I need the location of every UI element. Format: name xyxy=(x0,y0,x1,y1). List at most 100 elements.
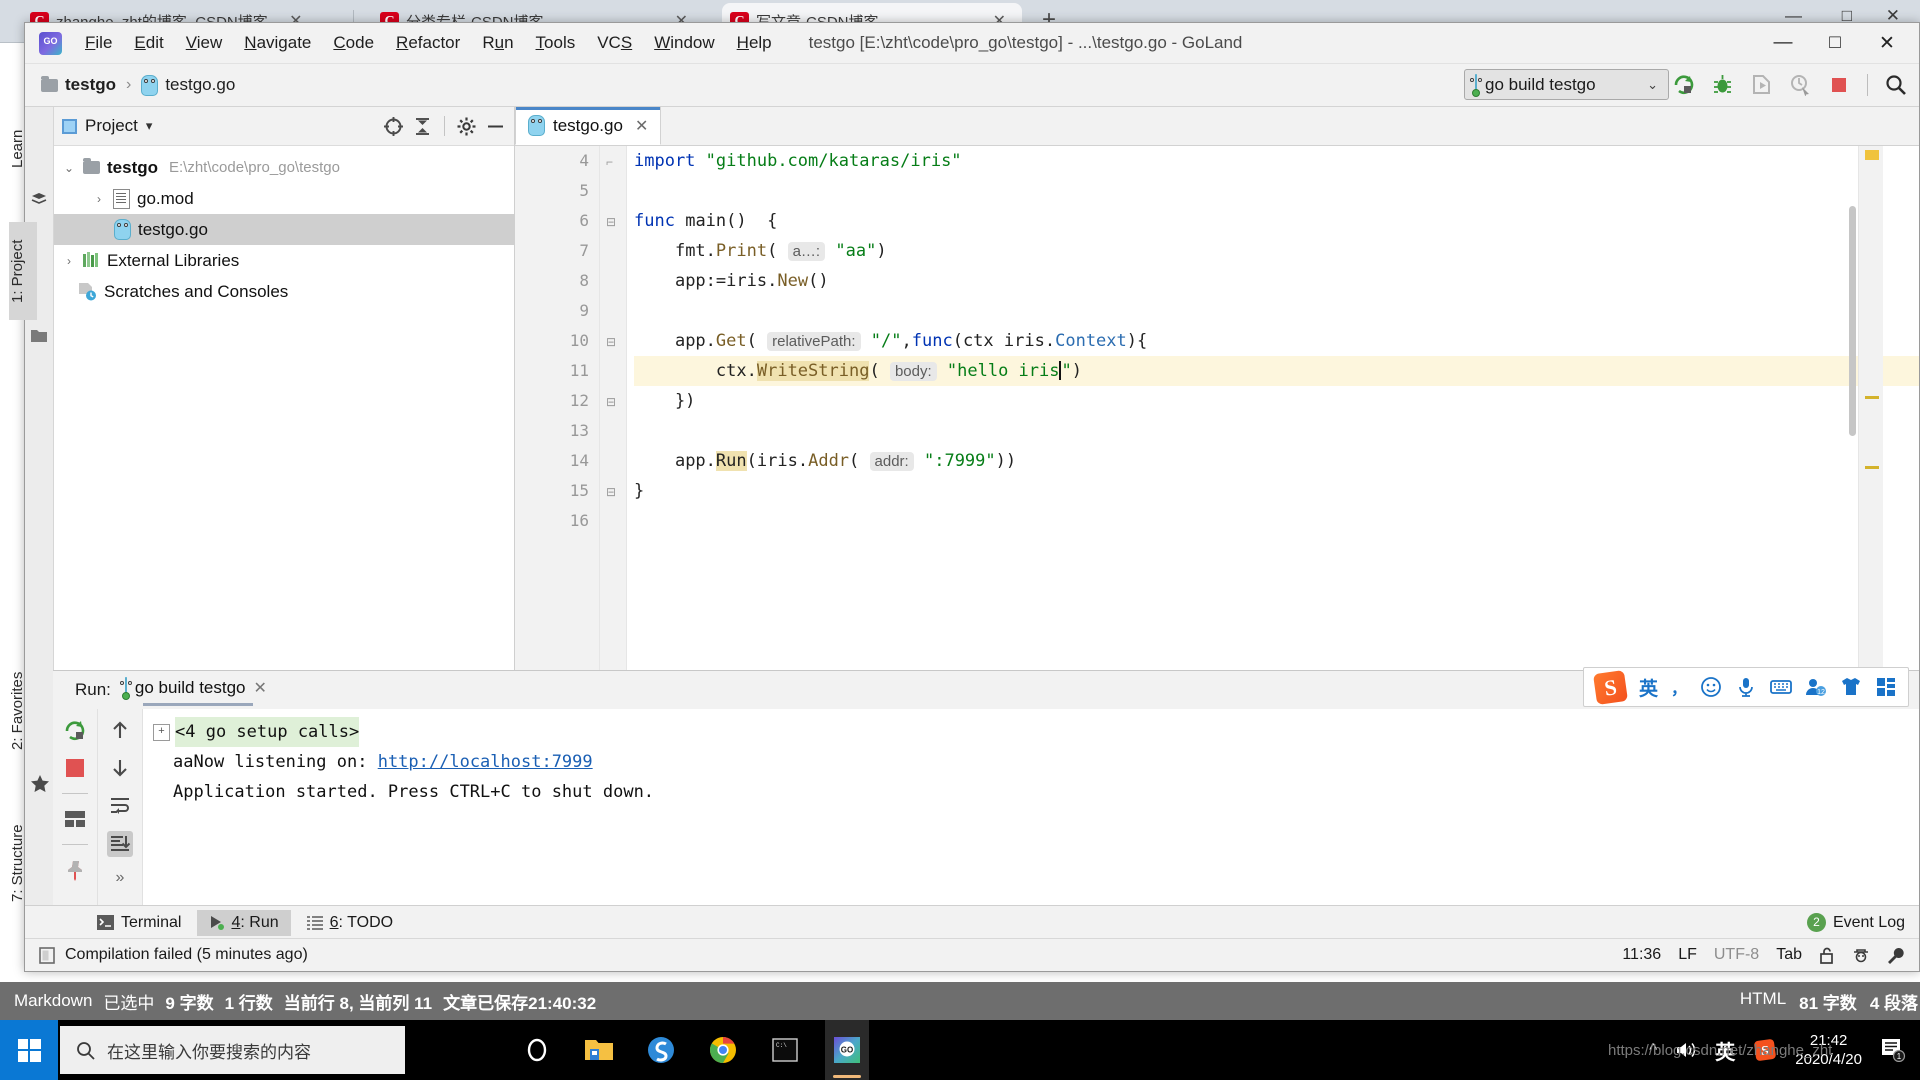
editor-tab-testgo-go[interactable]: testgo.go ✕ xyxy=(515,106,662,145)
usage-marker[interactable] xyxy=(1865,396,1879,399)
tree-item-scratches[interactable]: Scratches and Consoles xyxy=(54,276,514,307)
unlock-icon[interactable] xyxy=(1819,947,1835,964)
fold-icon[interactable]: ⊟ xyxy=(606,215,619,229)
arrow-up-icon[interactable] xyxy=(107,717,133,743)
fold-icon[interactable]: ⌐ xyxy=(606,155,619,169)
pin-icon[interactable] xyxy=(62,857,88,883)
ide-maximize-button[interactable]: □ xyxy=(1809,24,1861,62)
window-title: testgo [E:\zht\code\pro_go\testgo] - ...… xyxy=(808,33,1243,52)
run-tab-close[interactable]: ✕ xyxy=(254,678,267,698)
sogou-ime-toolbar[interactable]: S 英 ， 12 xyxy=(1582,667,1909,707)
breadcrumb-file[interactable]: testgo.go xyxy=(165,75,235,95)
ide-close-button[interactable]: ✕ xyxy=(1861,24,1913,62)
menu-navigate[interactable]: Navigate xyxy=(233,31,322,55)
chevron-right-icon[interactable]: › xyxy=(92,192,106,206)
search-everywhere-icon[interactable] xyxy=(1884,73,1907,96)
emoji-icon[interactable] xyxy=(1700,676,1722,698)
chevron-down-icon[interactable]: ⌄ xyxy=(1647,77,1658,93)
learn-icon xyxy=(31,191,47,207)
menu-edit[interactable]: Edit xyxy=(123,31,174,55)
tab-run[interactable]: 4: Run xyxy=(197,909,291,936)
chrome-icon[interactable] xyxy=(701,1020,745,1080)
menu-code[interactable]: Code xyxy=(322,31,385,55)
tab-terminal[interactable]: Terminal xyxy=(85,910,193,936)
stop-button[interactable] xyxy=(62,755,88,781)
sogou-icon[interactable] xyxy=(639,1020,683,1080)
wrench-icon[interactable] xyxy=(1887,947,1905,964)
gear-icon[interactable] xyxy=(456,116,477,137)
stop-button[interactable] xyxy=(1828,73,1851,96)
console-folded-text[interactable]: <4 go setup calls> xyxy=(175,717,360,747)
scrollbar-thumb[interactable] xyxy=(1849,206,1856,436)
chevron-down-icon[interactable]: ⌄ xyxy=(62,161,76,175)
fold-icon[interactable]: ⊟ xyxy=(606,395,619,409)
cortana-icon[interactable] xyxy=(515,1020,559,1080)
tree-item-testgo[interactable]: ⌄ testgo E:\zht\code\pro_go\testgo xyxy=(54,152,514,183)
ide-minimize-button[interactable]: — xyxy=(1757,24,1809,62)
warning-marker[interactable] xyxy=(1865,150,1879,160)
editor-tab-close[interactable]: ✕ xyxy=(635,116,648,136)
more-options-icon[interactable]: » xyxy=(116,869,125,887)
ime-language-toggle[interactable]: 英 xyxy=(1639,674,1658,701)
debug-button[interactable] xyxy=(1711,73,1734,96)
run-button[interactable] xyxy=(1672,73,1695,96)
console-line-1: + <4 go setup calls> xyxy=(153,717,1919,747)
fold-icon[interactable]: ⊟ xyxy=(606,485,619,499)
strip-favorites[interactable]: 2: Favorites xyxy=(9,657,37,765)
layout-button[interactable] xyxy=(62,806,88,832)
taskbar-search-box[interactable]: 在这里输入你要搜索的内容 xyxy=(60,1026,405,1074)
menu-file[interactable]: FFileile xyxy=(74,31,123,55)
strip-learn[interactable]: Learn xyxy=(9,117,37,181)
user-icon[interactable]: 12 xyxy=(1805,676,1827,698)
menu-refactor[interactable]: Refactor xyxy=(385,31,471,55)
arrow-down-icon[interactable] xyxy=(107,755,133,781)
breadcrumb-project[interactable]: testgo xyxy=(65,75,116,95)
caret-position[interactable]: 11:36 xyxy=(1622,946,1661,964)
fold-icon[interactable]: ⊟ xyxy=(606,335,619,349)
mic-icon[interactable] xyxy=(1735,676,1757,698)
menu-view[interactable]: View xyxy=(175,31,234,55)
menu-vcs[interactable]: VCS xyxy=(586,31,643,55)
apps-icon[interactable] xyxy=(1875,676,1897,698)
terminal-icon[interactable]: C:\ xyxy=(763,1020,807,1080)
run-configuration-selector[interactable]: go build testgo ⌄ xyxy=(1464,69,1669,100)
rerun-button[interactable] xyxy=(62,717,88,743)
console-text: aaNow listening on: xyxy=(173,752,378,772)
chevron-right-icon[interactable]: › xyxy=(62,254,76,268)
expand-icon[interactable]: + xyxy=(153,723,170,741)
goland-icon[interactable]: GO xyxy=(825,1020,869,1080)
strip-project[interactable]: 1: Project xyxy=(9,222,37,320)
notification-icon[interactable]: 1 xyxy=(1880,1038,1906,1062)
console-line-3: Application started. Press CTRL+C to shu… xyxy=(153,777,1919,807)
event-log-button[interactable]: 2 Event Log xyxy=(1806,913,1905,932)
tab-todo[interactable]: 6: TODO xyxy=(295,910,405,936)
indent-mode[interactable]: Tab xyxy=(1776,946,1802,964)
code-line-6: func main() { xyxy=(634,211,778,231)
tree-item-gomod[interactable]: › go.mod xyxy=(54,183,514,214)
file-encoding[interactable]: UTF-8 xyxy=(1714,946,1759,964)
usage-marker[interactable] xyxy=(1865,466,1879,469)
tree-item-external-libraries[interactable]: › External Libraries xyxy=(54,245,514,276)
status-message[interactable]: Compilation failed (5 minutes ago) xyxy=(65,946,308,964)
tree-item-testgo-go[interactable]: testgo.go xyxy=(54,214,514,245)
menu-window[interactable]: Window xyxy=(643,31,725,55)
menu-run[interactable]: Run xyxy=(471,31,524,55)
collapse-all-icon[interactable] xyxy=(412,116,433,137)
skin-icon[interactable] xyxy=(1840,676,1862,698)
ime-punctuation-icon[interactable]: ， xyxy=(1671,675,1687,699)
keyboard-icon[interactable] xyxy=(1770,676,1792,698)
select-opened-file-icon[interactable] xyxy=(383,116,404,137)
soft-wrap-icon[interactable] xyxy=(107,793,133,819)
scroll-to-end-icon[interactable] xyxy=(107,831,133,857)
run-tab[interactable]: go build testgo ✕ xyxy=(121,677,267,706)
strip-structure[interactable]: 7: Structure xyxy=(9,807,37,919)
file-explorer-icon[interactable] xyxy=(577,1020,621,1080)
localhost-link[interactable]: http://localhost:7999 xyxy=(378,747,593,777)
inspector-icon[interactable] xyxy=(1852,947,1870,964)
hide-icon[interactable] xyxy=(485,116,506,137)
line-separator[interactable]: LF xyxy=(1678,946,1697,964)
project-dropdown-icon[interactable]: ▾ xyxy=(146,118,153,134)
start-button[interactable] xyxy=(0,1020,58,1080)
menu-help[interactable]: Help xyxy=(726,31,783,55)
menu-tools[interactable]: Tools xyxy=(525,31,587,55)
